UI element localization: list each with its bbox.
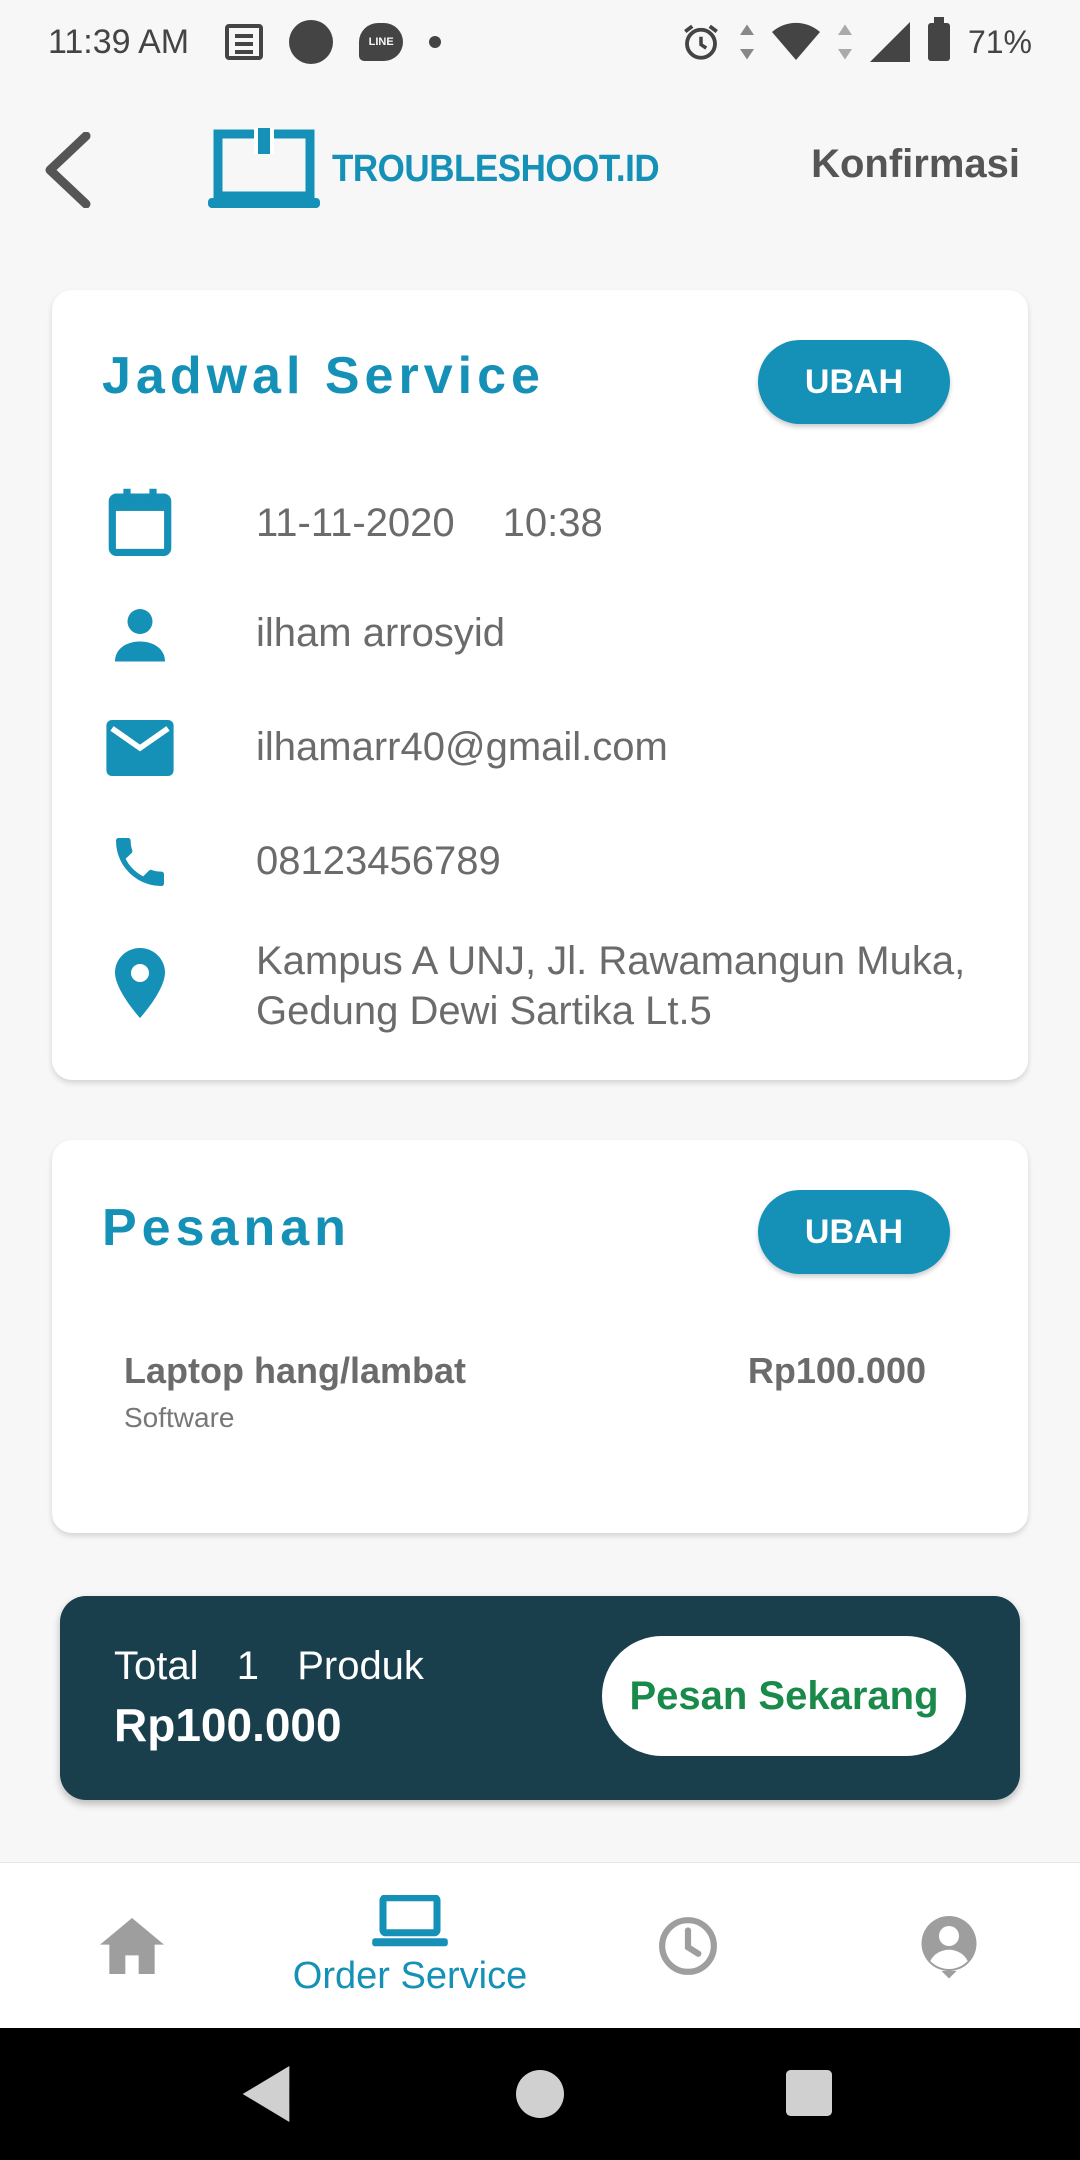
customer-address-row: Kampus A UNJ, Jl. Rawamangun Muka, Gedun… (102, 938, 965, 1036)
customer-phone-row: 08123456789 (102, 824, 501, 900)
person-icon (102, 596, 178, 672)
news-icon (225, 24, 264, 60)
customer-phone: 08123456789 (256, 839, 501, 883)
total-summary-bar: Total 1 Produk Rp100.000 Pesan Sekarang (60, 1596, 1020, 1800)
edit-order-button[interactable]: UBAH (758, 1190, 950, 1274)
bottom-navigation: Order Service (0, 1862, 1080, 2028)
nav-profile[interactable] (918, 1863, 980, 2029)
battery-icon (927, 17, 950, 61)
back-arrow-icon[interactable] (38, 132, 98, 208)
calendar-icon (102, 484, 178, 560)
laptop-icon (372, 1894, 448, 1946)
customer-name: ilham arrosyid (256, 611, 505, 655)
brand-logo: TROUBLESHOOT.ID (208, 128, 688, 210)
order-item-name: Laptop hang/lambat (124, 1350, 466, 1391)
customer-email-row: ilhamarr40@gmail.com (102, 710, 668, 786)
clock-icon (659, 1917, 717, 1975)
email-icon (102, 710, 178, 786)
nav-home[interactable] (96, 1863, 168, 2029)
brand-name: TROUBLESHOOT.ID (332, 147, 660, 190)
system-navigation-bar (0, 2028, 1080, 2160)
customer-email: ilhamarr40@gmail.com (256, 725, 668, 769)
wifi-icon (771, 22, 820, 60)
system-home-icon[interactable] (516, 2070, 564, 2118)
data-arrows-icon (739, 24, 754, 60)
schedule-time: 10:38 (502, 501, 603, 545)
schedule-date: 11-11-2020 (256, 501, 455, 545)
alarm-icon (684, 24, 718, 60)
more-notifications-icon (429, 36, 442, 48)
account-icon (921, 1916, 977, 1979)
home-icon (100, 1918, 164, 1974)
battery-percent: 71% (967, 23, 1032, 60)
customer-name-row: ilham arrosyid (102, 596, 505, 672)
order-now-button[interactable]: Pesan Sekarang (602, 1636, 966, 1756)
order-item-category: Software (124, 1402, 235, 1433)
total-product-count: Total 1 Produk (114, 1644, 424, 1688)
order-title: Pesanan (102, 1199, 351, 1257)
edit-schedule-button[interactable]: UBAH (758, 340, 950, 424)
system-recents-icon[interactable] (786, 2070, 832, 2116)
signal-icon (869, 22, 910, 62)
nav-order-service-label: Order Service (292, 1954, 528, 1997)
page-title: Konfirmasi (811, 142, 1020, 186)
nav-history[interactable] (656, 1863, 720, 2029)
schedule-card: Jadwal Service UBAH 11-11-2020 10:38 ilha… (52, 290, 1028, 1080)
order-item-price: Rp100.000 (747, 1350, 926, 1391)
nav-order-service[interactable]: Order Service (270, 1863, 550, 2029)
order-card: Pesanan UBAH Laptop hang/lambat Software… (52, 1140, 1028, 1533)
notification-circle-icon (289, 20, 334, 64)
total-price: Rp100.000 (114, 1699, 342, 1751)
laptop-logo-icon (208, 128, 320, 208)
system-back-icon[interactable] (242, 2066, 290, 2122)
location-pin-icon (102, 938, 178, 1028)
data-arrows-icon-2 (837, 24, 852, 60)
phone-icon (102, 824, 178, 900)
status-time: 11:39 AM (48, 22, 190, 61)
status-bar: 11:39 AM LINE 71% (0, 0, 1080, 84)
schedule-title: Jadwal Service (102, 347, 545, 405)
address-line-1: Kampus A UNJ, Jl. Rawamangun Muka, (256, 939, 966, 983)
customer-address: Kampus A UNJ, Jl. Rawamangun Muka, Gedun… (256, 936, 965, 1036)
address-line-2: Gedung Dewi Sartika Lt.5 (256, 989, 712, 1033)
line-app-icon: LINE (359, 23, 404, 61)
schedule-datetime-row: 11-11-2020 10:38 (102, 484, 603, 560)
app-header: TROUBLESHOOT.ID Konfirmasi (0, 100, 1080, 240)
